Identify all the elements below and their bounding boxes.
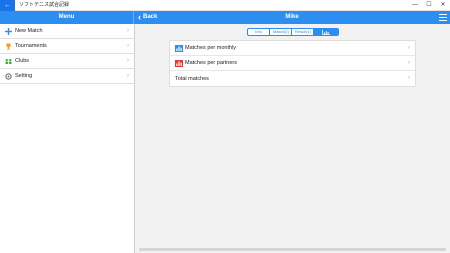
menu-title: Menu (58, 14, 75, 20)
segmented-tabs: Info Match(2) Result(1) (247, 28, 339, 36)
sidebar-item-new-match[interactable]: New Match › (0, 24, 134, 39)
chevron-right-icon: › (408, 60, 410, 66)
close-button[interactable]: ✕ (436, 0, 450, 11)
sidebar-item-label: New Match (15, 28, 43, 34)
sidebar: New Match › Tournaments › Clubs › Settin… (0, 24, 135, 253)
hamburger-menu-icon[interactable] (439, 14, 447, 21)
sidebar-item-label: Setting (15, 73, 33, 79)
chevron-right-icon: › (127, 43, 129, 49)
bar-chart-icon (175, 44, 183, 52)
tab-info[interactable]: Info (248, 29, 270, 35)
tab-result[interactable]: Result(1) (292, 29, 314, 35)
sidebar-item-label: Tournaments (15, 43, 47, 49)
sidebar-item-clubs[interactable]: Clubs › (0, 54, 134, 69)
chevron-right-icon: › (127, 28, 129, 34)
list-item-matches-per-monthly[interactable]: Matches per monthly › (170, 41, 415, 56)
bar-chart-icon (175, 59, 183, 67)
close-icon: ✕ (440, 2, 446, 8)
horizontal-scrollbar[interactable] (139, 248, 446, 251)
plus-icon (5, 27, 12, 35)
window-back-button[interactable]: ← (0, 0, 15, 11)
chevron-right-icon: › (408, 75, 410, 81)
page-title: Mike (285, 14, 299, 20)
list-item-total-matches[interactable]: Total matches › (170, 71, 415, 86)
sidebar-item-label: Clubs (15, 58, 30, 64)
minimize-button[interactable]: — (408, 0, 422, 11)
chevron-right-icon: › (408, 45, 410, 51)
chevron-right-icon: › (127, 58, 129, 64)
back-label: Back (143, 14, 158, 20)
window-titlebar: ← ソフトテニス試合記録 — ☐ ✕ (0, 0, 450, 11)
people-icon (5, 58, 12, 65)
chevron-right-icon: › (127, 73, 129, 79)
window-title: ソフトテニス試合記録 (19, 2, 70, 8)
trophy-icon (5, 43, 12, 50)
gear-icon (5, 72, 12, 80)
list-item-matches-per-partners[interactable]: Matches per partners › (170, 56, 415, 71)
menu-header: Menu (0, 11, 134, 24)
list-item-label: Matches per partners (185, 60, 237, 66)
maximize-icon: ☐ (426, 2, 432, 8)
tab-chart[interactable] (314, 29, 338, 35)
app-header: Menu Mike ‹ Back (0, 11, 450, 24)
tab-match[interactable]: Match(2) (270, 29, 292, 35)
main-content: Info Match(2) Result(1) Matches per mont… (135, 24, 450, 253)
charts-list: Matches per monthly › Matches per partne… (169, 40, 416, 87)
back-button[interactable]: ‹ Back (138, 11, 157, 24)
back-arrow-icon: ← (4, 2, 11, 9)
minimize-icon: — (412, 2, 418, 8)
maximize-button[interactable]: ☐ (422, 0, 436, 11)
list-item-label: Matches per monthly (185, 45, 237, 51)
sidebar-item-tournaments[interactable]: Tournaments › (0, 39, 134, 54)
bar-chart-icon (322, 29, 330, 35)
chevron-left-icon: ‹ (138, 12, 141, 22)
list-item-label: Total matches (175, 75, 209, 82)
sidebar-item-setting[interactable]: Setting › (0, 69, 134, 84)
